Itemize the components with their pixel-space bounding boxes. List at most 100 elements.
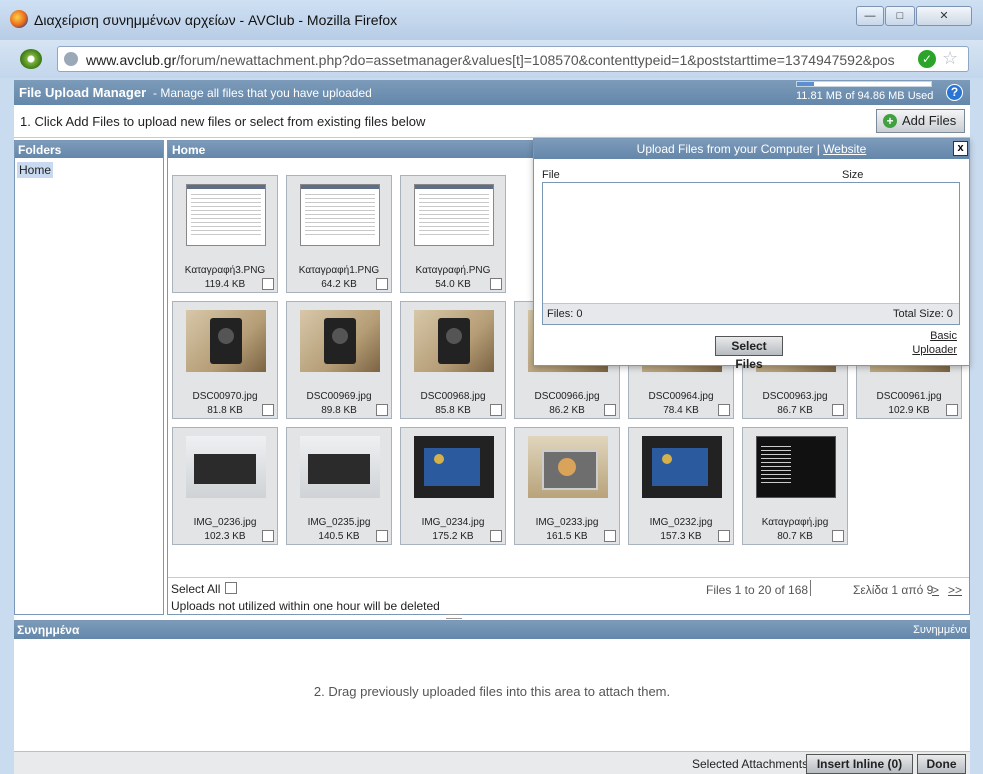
bookmark-star-icon[interactable]: ☆ [942, 48, 958, 69]
folder-item-home[interactable]: Home [17, 162, 54, 178]
file-select-checkbox[interactable] [376, 530, 388, 542]
file-select-checkbox[interactable] [946, 404, 958, 416]
file-thumbnail[interactable]: IMG_0235.jpg 140.5 KB [286, 427, 392, 545]
done-button[interactable]: Done [917, 754, 966, 774]
select-all-checkbox[interactable] [225, 582, 237, 594]
url-text[interactable]: www.avclub.gr/forum/newattachment.php?do… [86, 52, 912, 68]
file-name: Καταγραφή3.PNG [184, 265, 266, 276]
globe-icon [64, 52, 78, 66]
files-footer: Select All Uploads not utilized within o… [168, 577, 969, 614]
attachments-header: Συνημμένα Συνημμένα [14, 621, 970, 639]
file-select-checkbox[interactable] [832, 404, 844, 416]
file-count: Files 1 to 20 of 168 [706, 583, 809, 597]
file-thumbnail[interactable]: Καταγραφή.PNG 54.0 KB [400, 175, 506, 293]
file-select-checkbox[interactable] [376, 278, 388, 290]
quota-bar [796, 81, 932, 87]
upload-list-footer: Files: 0 Total Size: 0 [543, 303, 959, 324]
thumbnail-image [300, 310, 380, 372]
close-window-button[interactable]: ✕ [916, 6, 972, 26]
quota-text: 11.81 MB of 94.86 MB Used [796, 90, 934, 102]
file-thumbnail[interactable]: DSC00968.jpg 85.8 KB [400, 301, 506, 419]
thumbnail-image [300, 184, 380, 246]
upload-popup-title: Upload Files from your Computer | [636, 142, 820, 156]
quota-fill [797, 82, 814, 86]
folders-panel: Folders Home [14, 140, 164, 615]
file-thumbnail[interactable]: Καταγραφή1.PNG 64.2 KB [286, 175, 392, 293]
maximize-button[interactable]: □ [885, 6, 915, 26]
attachments-action-bar: Selected Attachments: Insert Inline (0) … [14, 751, 970, 774]
file-select-checkbox[interactable] [718, 530, 730, 542]
insert-inline-button[interactable]: Insert Inline (0) [806, 754, 913, 774]
file-select-checkbox[interactable] [262, 404, 274, 416]
file-column-header: File [542, 169, 560, 181]
file-thumbnail[interactable]: DSC00970.jpg 81.8 KB [172, 301, 278, 419]
file-name: Καταγραφή1.PNG [298, 265, 380, 276]
file-name: DSC00969.jpg [306, 391, 372, 402]
file-select-checkbox[interactable] [490, 530, 502, 542]
file-thumbnail[interactable]: Καταγραφή.jpg 80.7 KB [742, 427, 848, 545]
file-thumbnail[interactable]: IMG_0236.jpg 102.3 KB [172, 427, 278, 545]
file-select-checkbox[interactable] [718, 404, 730, 416]
upload-total-size: Total Size: 0 [893, 308, 953, 320]
file-select-checkbox[interactable] [262, 278, 274, 290]
checkmark-icon: ✓ [918, 50, 936, 68]
upload-file-list: Files: 0 Total Size: 0 [542, 182, 960, 325]
file-select-checkbox[interactable] [490, 404, 502, 416]
thumbnail-image [414, 184, 494, 246]
file-name: IMG_0233.jpg [535, 517, 599, 528]
plus-icon: + [883, 114, 897, 128]
file-select-checkbox[interactable] [262, 530, 274, 542]
basic-uploader-link[interactable]: Basic Uploader [912, 329, 957, 357]
manager-subtitle: - Manage all files that you have uploade… [153, 86, 372, 100]
thumbnail-image [642, 436, 722, 498]
file-select-checkbox[interactable] [604, 404, 616, 416]
address-bar[interactable]: www.avclub.gr/forum/newattachment.php?do… [57, 46, 969, 72]
file-thumbnail[interactable]: IMG_0234.jpg 175.2 KB [400, 427, 506, 545]
select-files-button[interactable]: Select Files [715, 336, 783, 371]
upload-warning: Uploads not utilized within one hour wil… [171, 599, 440, 613]
attachments-title: Συνημμένα [17, 623, 80, 637]
page-indicator: Σελίδα 1 από 9 [853, 583, 934, 597]
file-thumbnail[interactable]: IMG_0233.jpg 161.5 KB [514, 427, 620, 545]
attachments-panel: Συνημμένα Συνημμένα 2. Drag previously u… [14, 620, 970, 774]
select-all-label: Select All [171, 582, 221, 596]
file-name: DSC00963.jpg [762, 391, 828, 402]
file-name: DSC00966.jpg [534, 391, 600, 402]
attachments-header-right: Συνημμένα [913, 624, 967, 636]
manager-title: File Upload Manager [19, 85, 147, 100]
thumbnail-image [300, 436, 380, 498]
thumbnail-image [414, 436, 494, 498]
website-link[interactable]: Website [823, 142, 866, 156]
file-thumbnail[interactable]: IMG_0232.jpg 157.3 KB [628, 427, 734, 545]
file-name: DSC00964.jpg [648, 391, 714, 402]
footer-divider [810, 580, 811, 596]
resize-handle[interactable] [446, 614, 462, 619]
thumbnail-image [756, 436, 836, 498]
file-select-checkbox[interactable] [376, 404, 388, 416]
site-identity-icon[interactable] [20, 49, 42, 69]
file-select-checkbox[interactable] [604, 530, 616, 542]
file-name: DSC00970.jpg [192, 391, 258, 402]
quota-indicator: 11.81 MB of 94.86 MB Used [796, 80, 936, 102]
firefox-icon [10, 10, 28, 28]
thumbnail-image [528, 436, 608, 498]
window-titlebar: Διαχείριση συνημμένων αρχείων - AVClub -… [0, 0, 983, 40]
file-select-checkbox[interactable] [832, 530, 844, 542]
file-thumbnail[interactable]: Καταγραφή3.PNG 119.4 KB [172, 175, 278, 293]
upload-popup: Upload Files from your Computer | Websit… [533, 138, 970, 371]
file-select-checkbox[interactable] [490, 278, 502, 290]
file-name: IMG_0236.jpg [193, 517, 257, 528]
close-popup-button[interactable]: x [953, 141, 968, 156]
instruction-text: 1. Click Add Files to upload new files o… [20, 114, 426, 129]
add-files-button[interactable]: + Add Files [876, 109, 965, 133]
file-name: DSC00961.jpg [876, 391, 942, 402]
help-icon[interactable]: ? [946, 84, 963, 101]
upload-popup-header: Upload Files from your Computer | Websit… [534, 139, 969, 159]
minimize-button[interactable]: — [856, 6, 884, 26]
file-thumbnail[interactable]: DSC00969.jpg 89.8 KB [286, 301, 392, 419]
last-page-link[interactable]: >> [948, 583, 962, 597]
file-name: IMG_0235.jpg [307, 517, 371, 528]
next-page-link[interactable]: > [932, 583, 939, 597]
size-column-header: Size [842, 169, 864, 181]
instruction-bar: 1. Click Add Files to upload new files o… [14, 105, 970, 138]
